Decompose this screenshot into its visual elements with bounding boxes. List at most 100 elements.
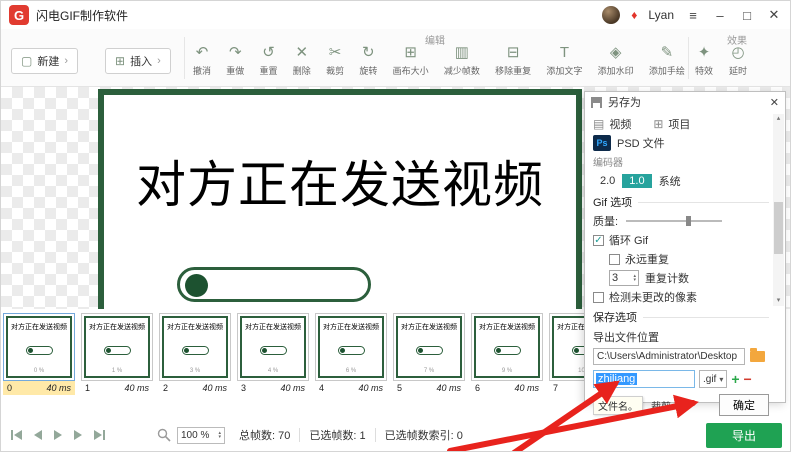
tool-undo[interactable]: ↶撤消: [193, 44, 211, 77]
quality-slider[interactable]: [626, 215, 722, 227]
loop-gif-checkbox[interactable]: ✓: [593, 235, 604, 246]
frame-index: 0: [7, 383, 12, 393]
frame-label: 340 ms: [237, 381, 309, 395]
quality-slider-thumb[interactable]: [686, 216, 691, 226]
timeline-frame[interactable]: 对方正在发送视频9 %640 ms: [471, 313, 543, 395]
format-project[interactable]: 项目: [668, 116, 690, 132]
vip-gem-icon[interactable]: ♦: [631, 8, 637, 22]
panel-close-button[interactable]: ✕: [770, 96, 779, 109]
crop-option[interactable]: 裁剪: [651, 398, 671, 413]
menu-icon[interactable]: ≡: [685, 8, 701, 23]
next-frame-button[interactable]: [74, 430, 82, 440]
export-button[interactable]: 导出: [706, 423, 782, 448]
timeline-frame[interactable]: 对方正在发送视频1 %140 ms: [81, 313, 153, 395]
format-video[interactable]: 视频: [609, 116, 631, 132]
frame-thumbnail[interactable]: 对方正在发送视频9 %: [471, 313, 543, 381]
encoder-label: 编码器: [593, 154, 769, 169]
timeline-frame[interactable]: 对方正在发送视频0 %040 ms: [3, 313, 75, 395]
filename-selected-text: zhiliang: [596, 373, 637, 385]
encoder-option-10[interactable]: 1.0: [622, 174, 651, 188]
export-location-label: 导出文件位置: [593, 329, 769, 345]
format-psd[interactable]: PSD 文件: [617, 135, 665, 151]
tool-label: 特效: [695, 64, 713, 77]
filename-input[interactable]: zhiliang: [593, 370, 695, 388]
tool-add-text[interactable]: T添加文字: [546, 44, 582, 77]
ok-button[interactable]: 确定: [719, 394, 769, 416]
repeat-count-spinner[interactable]: ▴▾: [633, 274, 636, 282]
playback-controls: [11, 430, 105, 440]
encoder-option-20[interactable]: 2.0: [593, 174, 622, 188]
play-button[interactable]: [54, 430, 62, 440]
new-button[interactable]: ▢ 新建 ›: [11, 48, 78, 74]
frame-progress-dot: [262, 348, 267, 353]
close-button[interactable]: ✕: [766, 7, 782, 23]
tool-add-drawing[interactable]: ✎添加手绘: [649, 44, 685, 77]
scroll-down-icon[interactable]: ▾: [773, 296, 784, 306]
frame-thumbnail[interactable]: 对方正在发送视频4 %: [237, 313, 309, 381]
frame-thumbnail[interactable]: 对方正在发送视频3 %: [159, 313, 231, 381]
frame-thumbnail[interactable]: 对方正在发送视频0 %: [3, 313, 75, 381]
frame-preview: 对方正在发送视频6 %: [318, 316, 384, 378]
folder-icon[interactable]: [750, 351, 765, 362]
tool-label: 添加水印: [598, 64, 634, 77]
frame-index: 7: [553, 383, 558, 393]
first-frame-button[interactable]: [11, 430, 22, 440]
frame-progress-pill: [494, 346, 521, 355]
zoom-icon: [157, 428, 171, 442]
frame-duration: 40 ms: [514, 383, 539, 393]
zoom-spinner[interactable]: ▴▾: [218, 431, 221, 439]
frame-percent: 1 %: [112, 368, 122, 374]
add-button[interactable]: +: [731, 371, 739, 387]
format-list-row: ▤ 视频 ⊞ 项目: [593, 116, 769, 132]
tool-reset[interactable]: ↺重置: [260, 44, 278, 77]
encoder-options: 2.0 1.0 系统: [593, 172, 769, 190]
timeline-frame[interactable]: 对方正在发送视频6 %440 ms: [315, 313, 387, 395]
tool-delay[interactable]: ◴延时: [729, 44, 747, 77]
username[interactable]: Lyan: [648, 8, 674, 22]
scrollbar-thumb[interactable]: [774, 202, 783, 254]
tool-delete[interactable]: ✕删除: [293, 44, 311, 77]
frame-label: 040 ms: [3, 381, 75, 395]
timeline-frame[interactable]: 对方正在发送视频3 %240 ms: [159, 313, 231, 395]
tool-rotate[interactable]: ↻旋转: [359, 44, 377, 77]
undo-icon: ↶: [196, 44, 209, 62]
export-path-input[interactable]: C:\Users\Administrator\Desktop: [593, 348, 745, 365]
frame-thumbnail[interactable]: 对方正在发送视频6 %: [315, 313, 387, 381]
add-text-icon: T: [560, 44, 569, 62]
minimize-button[interactable]: –: [712, 8, 728, 23]
maximize-button[interactable]: □: [739, 8, 755, 23]
user-avatar[interactable]: [602, 6, 620, 24]
remove-button[interactable]: −: [744, 371, 752, 387]
frame-preview-text: 对方正在发送视频: [11, 322, 67, 332]
repeat-count-input[interactable]: 3 ▴▾: [609, 270, 639, 286]
timeline-frame[interactable]: 对方正在发送视频4 %340 ms: [237, 313, 309, 395]
tool-label: 重做: [226, 64, 244, 77]
tool-canvas-size[interactable]: ⊞画布大小: [393, 44, 429, 77]
tool-crop[interactable]: ✂裁剪: [326, 44, 344, 77]
rotate-icon: ↻: [362, 44, 375, 62]
tool-add-watermark[interactable]: ◈添加水印: [598, 44, 634, 77]
tool-effects[interactable]: ✦特效: [695, 44, 713, 77]
filename-row: zhiliang .gif ▾ + −: [593, 370, 769, 388]
video-format-icon: ▤: [593, 117, 604, 131]
panel-scrollbar[interactable]: ▴ ▾: [773, 114, 784, 306]
zoom-level-input[interactable]: 100 % ▴▾: [177, 427, 225, 444]
last-frame-button[interactable]: [94, 430, 105, 440]
scroll-up-icon[interactable]: ▴: [773, 114, 784, 124]
insert-button[interactable]: ⊞ 插入 ›: [105, 48, 171, 74]
tool-remove-duplicates[interactable]: ⊟移除重复: [495, 44, 531, 77]
frame-thumbnail[interactable]: 对方正在发送视频1 %: [81, 313, 153, 381]
extension-select[interactable]: .gif ▾: [699, 370, 727, 388]
edit-tools: ↶撤消 ↷重做 ↺重置 ✕删除 ✂裁剪 ↻旋转 ⊞画布大小 ▥减少帧数 ⊟移除重复 T添加文字 ◈添…: [193, 44, 685, 77]
tool-redo[interactable]: ↷重做: [226, 44, 244, 77]
frame-thumbnail[interactable]: 对方正在发送视频7 %: [393, 313, 465, 381]
repeat-forever-checkbox[interactable]: [609, 254, 620, 265]
timeline-frame[interactable]: 对方正在发送视频7 %540 ms: [393, 313, 465, 395]
app-title: 闪电GIF制作软件: [36, 7, 128, 24]
tool-reduce-frames[interactable]: ▥减少帧数: [444, 44, 480, 77]
detect-pixels-checkbox[interactable]: [593, 292, 604, 303]
previous-frame-button[interactable]: [34, 430, 42, 440]
toolbar: ▢ 新建 › ⊞ 插入 › 编辑 ↶撤消↷重做↺重置✕删除✂裁剪↻旋转⊞画布大小…: [1, 29, 790, 87]
frame-progress-pill: [338, 346, 365, 355]
encoder-option-system[interactable]: 系统: [652, 172, 688, 190]
